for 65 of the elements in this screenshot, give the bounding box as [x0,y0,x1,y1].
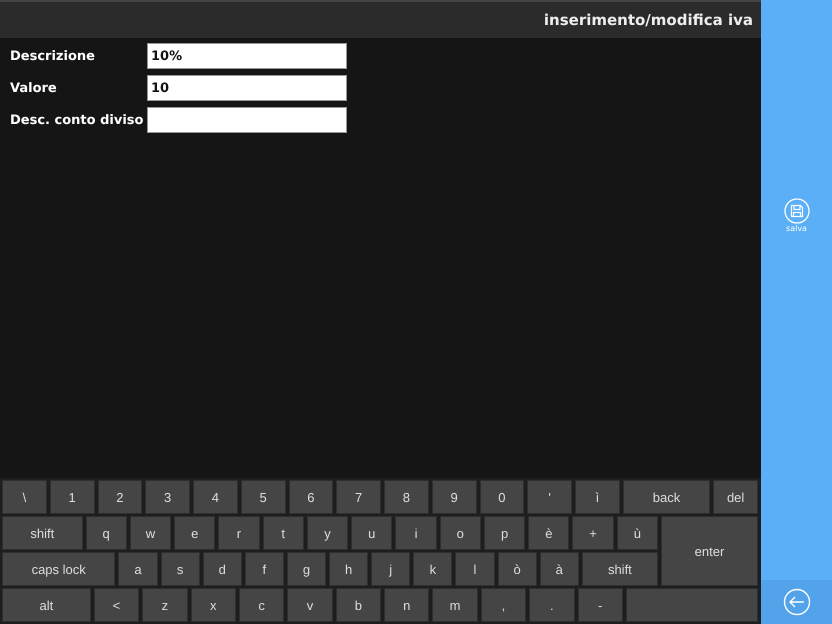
key[interactable]: shift [582,552,658,586]
key[interactable]: c [238,588,284,622]
save-icon [784,198,810,224]
key[interactable]: u [351,516,392,550]
key[interactable]: z [142,588,188,622]
key[interactable]: m [432,588,478,622]
key[interactable]: k [413,552,452,586]
key[interactable]: x [190,588,236,622]
key[interactable]: f [244,552,284,586]
key[interactable]: h [329,552,368,586]
key[interactable]: 6 [288,480,334,514]
key[interactable]: 5 [240,480,286,514]
key[interactable]: p [484,516,526,550]
key[interactable]: t [262,516,304,550]
key[interactable]: . [529,588,574,622]
key[interactable]: 1 [50,480,94,514]
key[interactable]: b [336,588,381,622]
key[interactable]: , [480,588,526,622]
key[interactable]: v [287,588,333,622]
key[interactable]: 4 [193,480,238,514]
input-field[interactable] [147,107,347,133]
key[interactable]: q [86,516,127,550]
key[interactable]: y [306,516,348,550]
key[interactable]: n [384,588,430,622]
enter-key[interactable]: enter [661,516,758,586]
key[interactable]: caps lock [2,552,116,586]
back-button[interactable] [761,580,832,624]
key[interactable]: e [174,516,216,550]
field-label: Descrizione [10,48,96,64]
key[interactable]: shift [2,516,83,550]
field-label: Valore [10,80,58,96]
space-key[interactable] [626,588,758,622]
key[interactable]: 2 [98,480,142,514]
key[interactable]: w [130,516,172,550]
key[interactable]: alt [2,588,91,622]
key[interactable]: ' [527,480,572,514]
key[interactable]: ì [575,480,620,514]
key[interactable]: back [622,480,710,514]
key[interactable]: g [286,552,326,586]
field-label: Desc. conto diviso [10,112,144,128]
key[interactable]: + [572,516,614,550]
key[interactable]: ò [498,552,537,586]
key[interactable]: d [202,552,242,586]
key[interactable]: 3 [145,480,190,514]
key[interactable]: è [528,516,570,550]
key[interactable]: i [395,516,437,550]
key[interactable]: \ [2,480,47,514]
key[interactable]: a [118,552,158,586]
key[interactable]: ù [616,516,658,550]
key[interactable]: j [371,552,410,586]
key[interactable]: - [578,588,623,622]
page-title: inserimento/modifica iva [544,11,753,29]
key[interactable]: 8 [384,480,429,514]
key[interactable]: o [440,516,481,550]
key[interactable]: 7 [336,480,381,514]
input-field[interactable]: 10% [147,43,347,69]
key[interactable]: 9 [432,480,476,514]
key[interactable]: l [455,552,494,586]
key[interactable]: del [713,480,758,514]
key[interactable]: r [218,516,260,550]
key[interactable]: s [160,552,200,586]
key[interactable]: 0 [480,480,524,514]
input-field[interactable]: 10 [147,75,347,101]
key[interactable]: < [94,588,140,622]
key[interactable]: à [540,552,579,586]
